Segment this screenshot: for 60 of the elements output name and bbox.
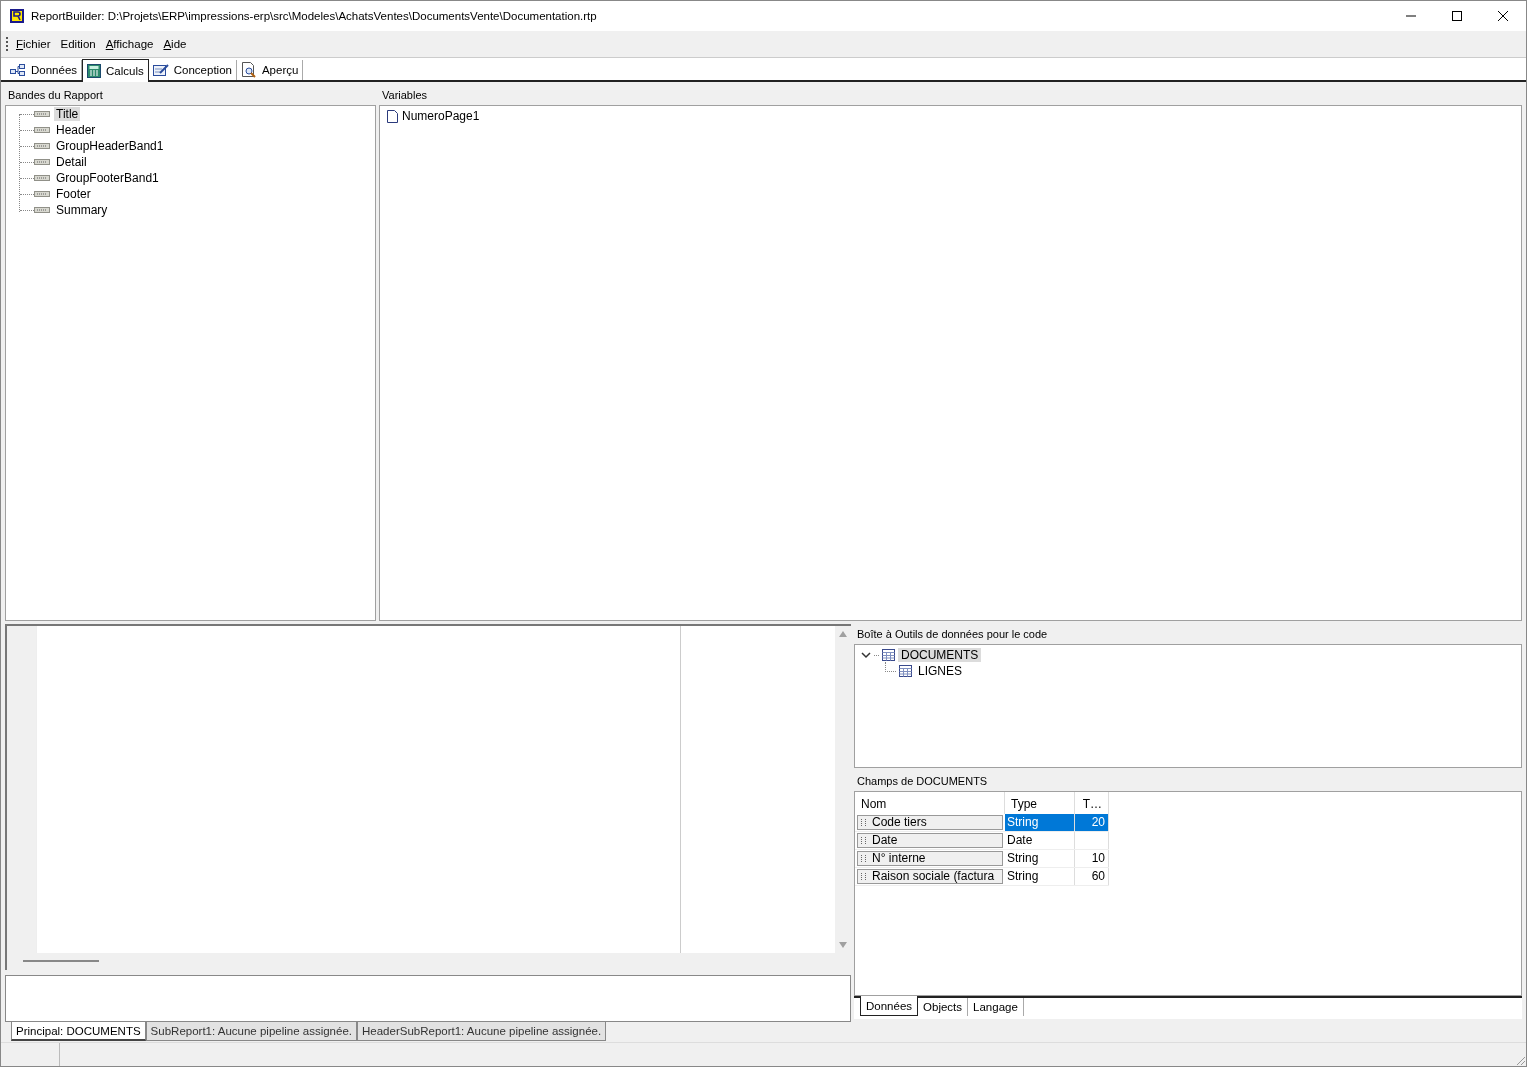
document-icon: [387, 109, 398, 123]
table-cell: 60: [1075, 868, 1109, 885]
tree-item[interactable]: Summary: [54, 203, 110, 217]
tree-item[interactable]: LIGNES: [915, 664, 965, 678]
menu-item[interactable]: Aide: [163, 38, 187, 50]
panel-caption: Champs de DOCUMENTS: [856, 774, 989, 789]
column-header[interactable]: Nom: [855, 792, 1005, 814]
panel-tab[interactable]: Objects: [918, 998, 969, 1016]
calculator-icon: [87, 64, 102, 78]
drag-grip-icon[interactable]: [861, 819, 866, 826]
page-magnifier-icon: [240, 62, 257, 78]
app-logo-icon: [10, 9, 24, 23]
toolbar-tab[interactable]: Calculs: [82, 59, 149, 82]
table-cell: String: [1005, 850, 1075, 867]
toolbar-tab[interactable]: Aperçu: [236, 60, 304, 80]
window-title: ReportBuilder: D:\Projets\ERP\impressions-erp\src\Modeles\AchatsVentes\DocumentsVente\Documentation.rtp: [31, 10, 597, 22]
table-cell: String: [1005, 868, 1075, 885]
report-tab[interactable]: SubReport1: Aucune pipeline assignée.: [145, 1022, 357, 1041]
list-item[interactable]: NumeroPage1: [402, 109, 480, 123]
field-name-cell[interactable]: Date: [857, 833, 1003, 848]
menu-item[interactable]: Fichier: [16, 38, 51, 50]
linked-boxes-icon: [10, 63, 26, 77]
drag-grip-icon[interactable]: [861, 855, 866, 862]
drag-grip-icon[interactable]: [861, 873, 866, 880]
resize-grip-icon[interactable]: [1516, 1056, 1526, 1066]
panel-tab[interactable]: Données: [860, 996, 919, 1016]
field-name-cell[interactable]: N° interne: [857, 851, 1003, 866]
horizontal-scrollbar[interactable]: [7, 953, 851, 971]
close-icon: [1498, 11, 1508, 21]
table-icon: [899, 665, 912, 677]
table-icon: [882, 649, 895, 661]
table-cell: 20: [1075, 814, 1109, 831]
maximize-icon: [1452, 11, 1462, 21]
panel-caption: Bandes du Rapport: [7, 88, 104, 103]
table-cell: String: [1005, 814, 1075, 831]
menu-item[interactable]: Affichage: [105, 38, 154, 50]
vertical-scrollbar[interactable]: [835, 626, 851, 954]
report-tab[interactable]: HeaderSubReport1: Aucune pipeline assignée.: [357, 1022, 607, 1041]
table-cell: 10: [1075, 850, 1109, 867]
pencil-form-icon: [152, 63, 169, 77]
panel-tab[interactable]: Langage: [968, 998, 1024, 1016]
drag-grip-icon[interactable]: [861, 837, 866, 844]
tree-item[interactable]: Title: [54, 107, 81, 121]
field-name-cell[interactable]: Raison sociale (factura: [857, 869, 1003, 884]
panel-caption: Variables: [381, 88, 429, 103]
scroll-up-icon[interactable]: [838, 630, 848, 638]
panel-caption: Boîte à Outils de données pour le code: [856, 627, 1049, 642]
scroll-down-icon[interactable]: [838, 941, 848, 950]
tree-item[interactable]: GroupFooterBand1: [54, 171, 161, 185]
tree-item[interactable]: Header: [54, 123, 98, 137]
chevron-down-icon[interactable]: [861, 651, 871, 659]
toolbar-tab[interactable]: Conception: [148, 60, 237, 80]
table-cell: Date: [1005, 832, 1075, 849]
report-tab[interactable]: Principal: DOCUMENTS: [11, 1022, 146, 1041]
field-name-cell[interactable]: Code tiers: [857, 815, 1003, 830]
tree-item[interactable]: DOCUMENTS: [898, 648, 982, 662]
menu-item[interactable]: Edition: [60, 38, 96, 50]
tree-item[interactable]: GroupHeaderBand1: [54, 139, 166, 153]
tree-item[interactable]: Footer: [54, 187, 93, 201]
tree-item[interactable]: Detail: [54, 155, 89, 169]
